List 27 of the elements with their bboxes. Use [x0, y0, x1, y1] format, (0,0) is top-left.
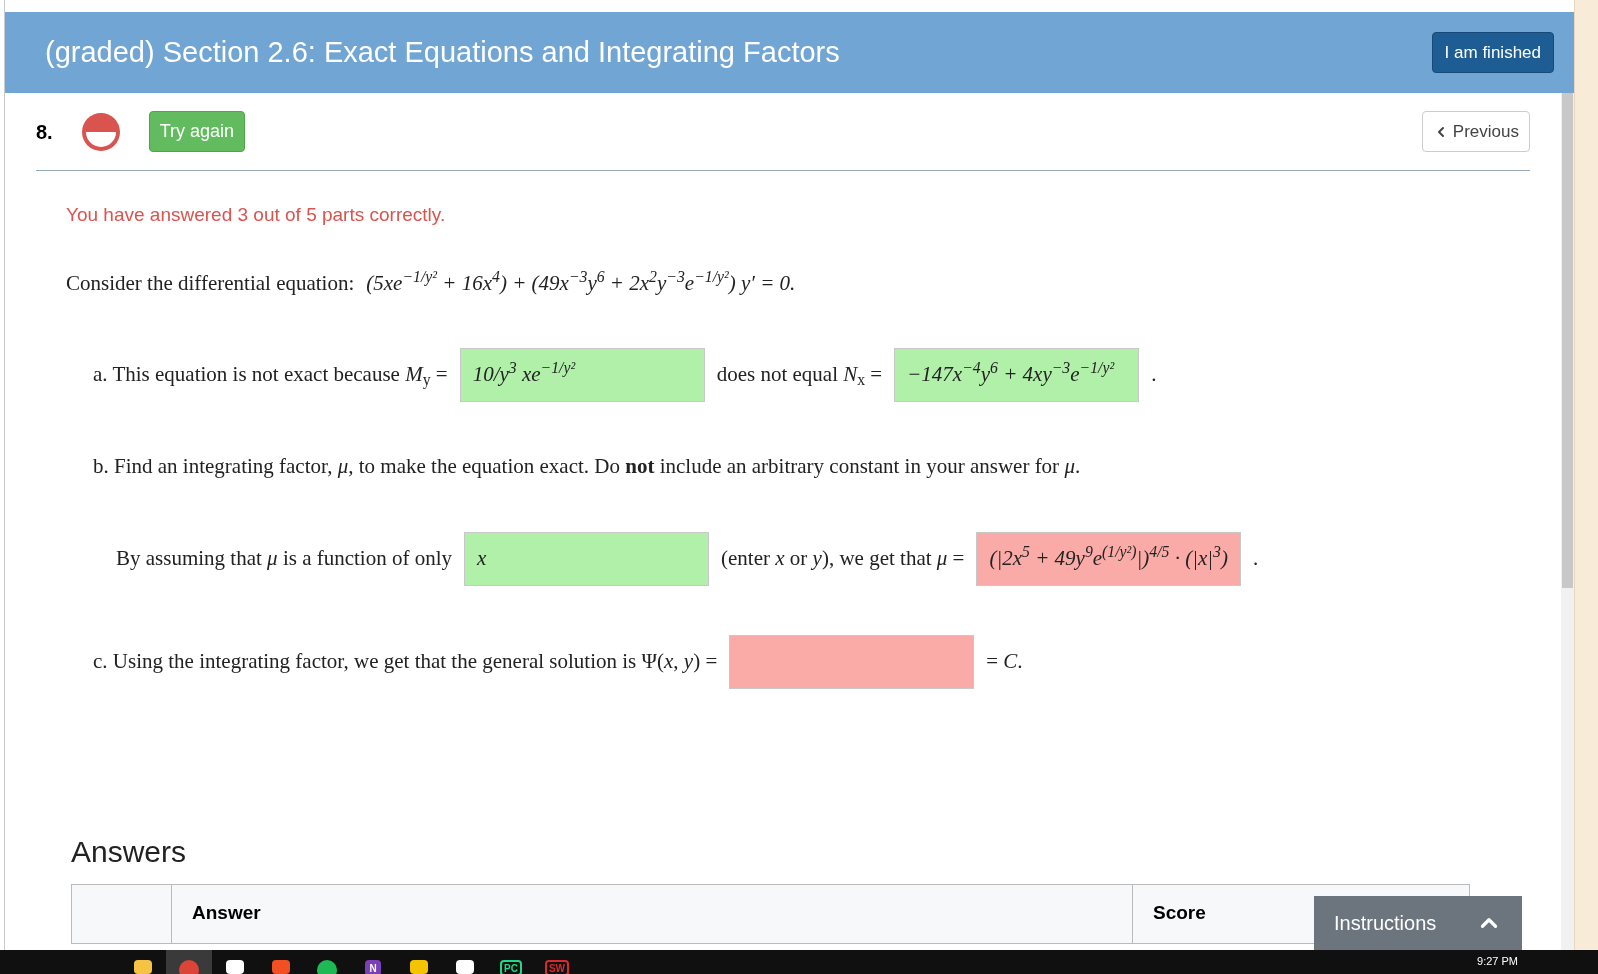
equation: (5xe$^{−1/y²}$ + 16x$^{4}$) + (49x$^{−3}$y$^{6}$ + 2x$^{2}$y$^{−3}$e$^{−1/y²}$) y′ = 0.: [366, 267, 796, 297]
question-text: = C.: [986, 647, 1023, 675]
page-title: (graded) Section 2.6: Exact Equations and Integrating Factors: [45, 34, 840, 70]
answer-field[interactable]: −147x$^{−4}$y$^{6}$ + 4xy$^{−3}$e$^{−1/y²}$: [894, 348, 1140, 402]
question-text: .: [1252, 544, 1259, 572]
question-text: By assuming that μ is a function of only: [116, 544, 453, 572]
feedback-message: You have answered 3 out of 5 parts correctly.: [66, 204, 446, 225]
question-text: c. Using the integrating factor, we get that the general solution is Ψ(x, y) =: [93, 647, 718, 675]
scrollbar-thumb[interactable]: [1562, 93, 1573, 588]
answers-heading: Answers: [71, 834, 187, 868]
column-header: Score: [1153, 901, 1206, 926]
question-text: Consider the differential equation:: [66, 269, 355, 297]
question-text: (enter x or y), we get that μ =: [721, 544, 965, 572]
answer-field[interactable]: 10/y$^{3}$ xe$^{−1/y²}$: [459, 348, 705, 402]
answer-field[interactable]: [729, 634, 975, 689]
question-text: does not equal N$_{x}$ =: [716, 361, 883, 391]
question-text: .: [1151, 361, 1157, 389]
finish-button[interactable]: I am finished: [1431, 31, 1554, 74]
instructions-toggle[interactable]: Instructions: [1314, 896, 1522, 950]
question-text: a. This equation is not exact because M$_{y}$ =: [93, 361, 448, 391]
column-header: Answer: [192, 901, 261, 926]
question-number: 8.: [36, 119, 53, 145]
clock-time: 9:27 PM: [1477, 954, 1519, 969]
answer-field[interactable]: (|2x$^{5}$ + 49y$^{9}$e$^{(1/y²)}$|)$^{4/5}$ · (|x|$^{3}$): [976, 531, 1241, 586]
previous-button[interactable]: Previous: [1421, 110, 1530, 153]
answer-field[interactable]: x: [464, 531, 710, 586]
question-text: b. Find an integrating factor, μ, to make the equation exact. Do not include an arbitrary constant in your answer for μ.: [93, 453, 1081, 480]
